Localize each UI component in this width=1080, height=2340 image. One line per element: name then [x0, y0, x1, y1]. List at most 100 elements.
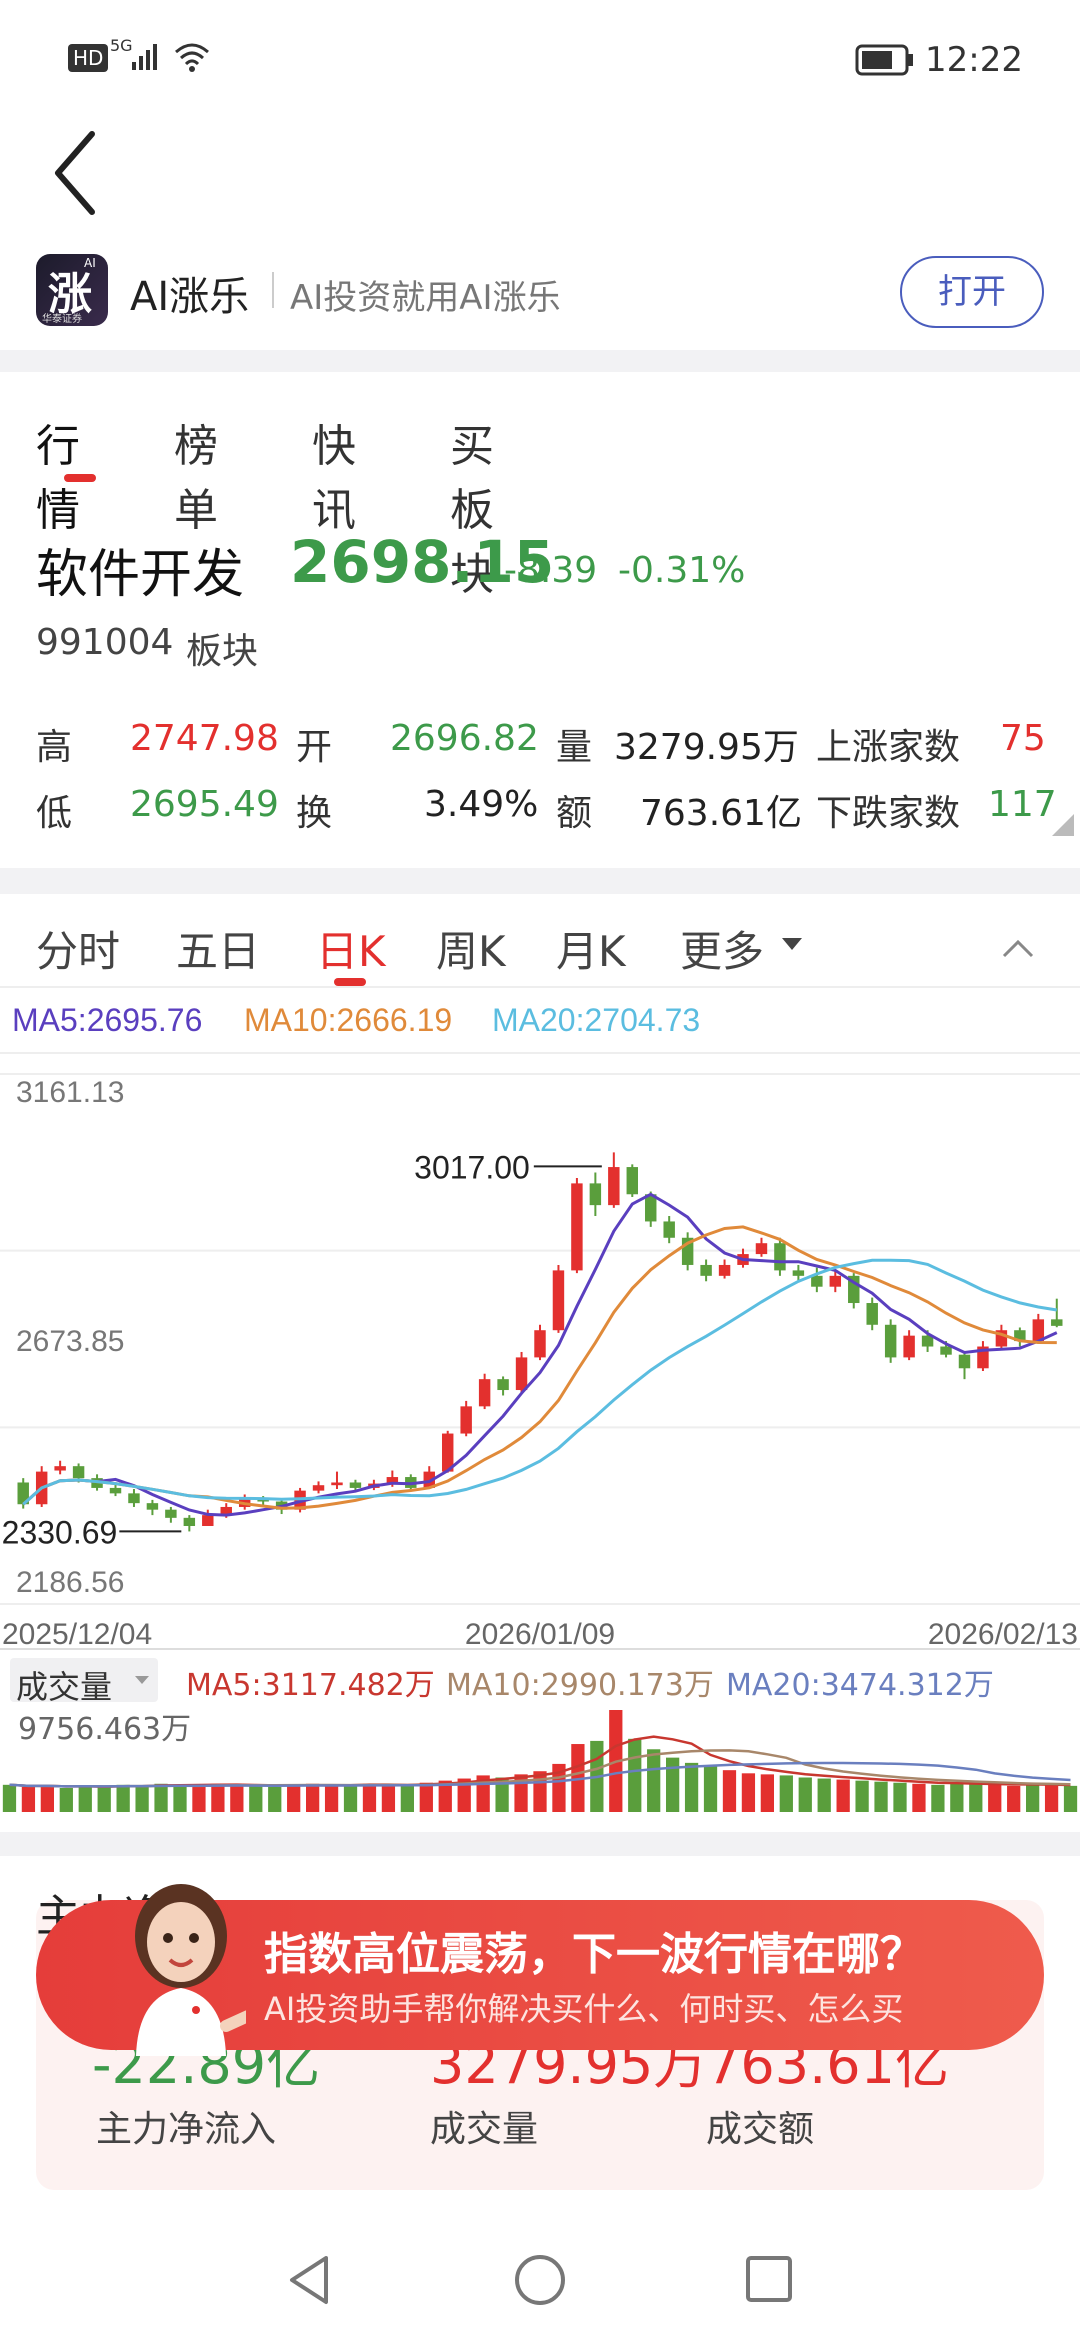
volume-bar	[1007, 1785, 1021, 1812]
volume-bar	[798, 1777, 812, 1812]
tab-weekly-k[interactable]: 周K	[436, 918, 506, 979]
candle-body	[1051, 1319, 1063, 1326]
volume-bar	[741, 1773, 756, 1812]
volume-bar	[154, 1783, 168, 1812]
tab-five-day[interactable]: 五日	[176, 918, 260, 979]
nav-home-icon[interactable]	[512, 2252, 568, 2308]
volume-bar	[211, 1783, 225, 1812]
volume-bar	[703, 1765, 718, 1812]
volume-bar	[666, 1757, 680, 1812]
tab-indicator	[64, 474, 96, 482]
candle-body	[958, 1354, 971, 1369]
volume-bar	[722, 1770, 737, 1812]
battery-icon	[855, 44, 913, 76]
volume-selector[interactable]: 成交量	[10, 1658, 158, 1706]
vol-ma20-value: MA20:3474.312万	[726, 1668, 994, 1703]
tab-monthly-k[interactable]: 月K	[556, 918, 626, 979]
candle-body	[755, 1243, 768, 1255]
ma10-value: MA10:2666.19	[244, 1002, 453, 1038]
app-logo: 涨 AI 华泰证券	[36, 254, 108, 326]
volume-bar	[362, 1783, 377, 1812]
divider	[0, 986, 1080, 988]
vol-ma5-value: MA5:3117.482万	[186, 1668, 435, 1703]
top-bar	[0, 120, 1080, 240]
volume-bar	[817, 1778, 831, 1812]
flow-volume-label: 成交量	[430, 2109, 539, 2150]
nav-back-icon[interactable]	[284, 2252, 334, 2308]
volume-bar	[647, 1749, 661, 1812]
volume-bar	[192, 1785, 206, 1812]
volume-chart[interactable]	[0, 1702, 1080, 1822]
down-count-label: 下跌家数	[816, 793, 961, 834]
candle-body	[54, 1466, 66, 1471]
x-tick-label: 2026/01/09	[465, 1618, 615, 1651]
separator	[0, 350, 1080, 372]
tab-news[interactable]: 快讯	[312, 410, 356, 538]
candle-body	[700, 1264, 712, 1276]
volume-bar	[1044, 1783, 1059, 1812]
volume-bar	[988, 1784, 1002, 1812]
candlestick-chart[interactable]: 3161.13 2673.85 2186.56 3017.00 2330.69 2025/…	[0, 1054, 1080, 1654]
volume-bar	[268, 1786, 282, 1812]
volume-bar	[912, 1783, 926, 1812]
logo-badge: AI	[84, 256, 96, 270]
volume-bar	[400, 1785, 414, 1812]
volume-bar	[21, 1786, 36, 1812]
x-tick-label: 2025/12/04	[2, 1618, 152, 1651]
up-count-label: 上涨家数	[816, 727, 961, 768]
tab-more[interactable]: 更多	[680, 918, 764, 979]
candle-body	[478, 1379, 491, 1407]
stock-type: 板块	[186, 631, 259, 672]
volume-bar	[59, 1787, 73, 1812]
tab-daily-k[interactable]: 日K	[316, 918, 386, 979]
nav-recents-icon[interactable]	[744, 2254, 794, 2304]
volume-bar	[533, 1771, 547, 1812]
volume-bar	[969, 1783, 983, 1812]
net-inflow-label: 主力净流入	[96, 2109, 277, 2150]
candle-body	[774, 1243, 786, 1271]
min-annotation: 2330.69	[2, 1514, 118, 1550]
volume-bar	[78, 1785, 92, 1812]
volume-bar	[419, 1782, 433, 1812]
volume-bar	[893, 1782, 907, 1812]
x-tick-label: 2026/02/13	[928, 1618, 1078, 1651]
collapse-chevron-icon[interactable]	[1000, 934, 1036, 962]
volume-dropdown-icon	[135, 1676, 149, 1684]
open-value: 2696.82	[390, 718, 539, 759]
volume-bar	[306, 1783, 320, 1812]
vol-ma10-value: MA10:2990.173万	[446, 1668, 714, 1703]
volume-bar	[2, 1784, 17, 1812]
low-label: 低	[36, 793, 73, 834]
high-value: 2747.98	[130, 718, 279, 759]
ai-assistant-banner[interactable]: 指数高位震荡，下一波行情在哪？ AI投资助手帮你解决买什么、何时买、怎么买	[36, 1884, 1044, 2056]
amount-label: 额	[556, 793, 593, 834]
ma5-value: MA5:2695.76	[12, 1002, 203, 1038]
open-app-button[interactable]: 打开	[900, 256, 1044, 328]
candle-body	[811, 1275, 823, 1287]
tab-ranking[interactable]: 榜单	[174, 410, 218, 538]
volume-bar	[249, 1785, 263, 1812]
candle-body	[608, 1167, 620, 1206]
chart-tab-indicator	[334, 978, 366, 986]
volume-bar	[40, 1785, 54, 1812]
divider	[272, 272, 274, 308]
open-label: 开	[296, 727, 333, 768]
candle-body	[866, 1303, 878, 1325]
tab-intraday[interactable]: 分时	[36, 918, 120, 979]
volume-bar	[343, 1784, 358, 1812]
y-tick-label: 2186.56	[16, 1566, 124, 1599]
back-arrow-icon[interactable]	[50, 128, 100, 218]
system-nav-bar	[0, 2230, 1080, 2340]
volume-bar	[931, 1784, 945, 1812]
dropdown-triangle-icon[interactable]	[780, 934, 804, 954]
volume-bar	[97, 1786, 111, 1812]
candle-body	[792, 1270, 805, 1276]
candle-body	[312, 1485, 325, 1491]
volume-bar	[287, 1784, 301, 1812]
volume-bar	[1063, 1785, 1078, 1812]
ma20-value: MA20:2704.73	[492, 1002, 701, 1038]
volume-bar	[135, 1785, 149, 1812]
expand-corner-icon[interactable]	[1050, 812, 1076, 838]
divider	[0, 1648, 1080, 1650]
ma10-line	[22, 1225, 1057, 1510]
